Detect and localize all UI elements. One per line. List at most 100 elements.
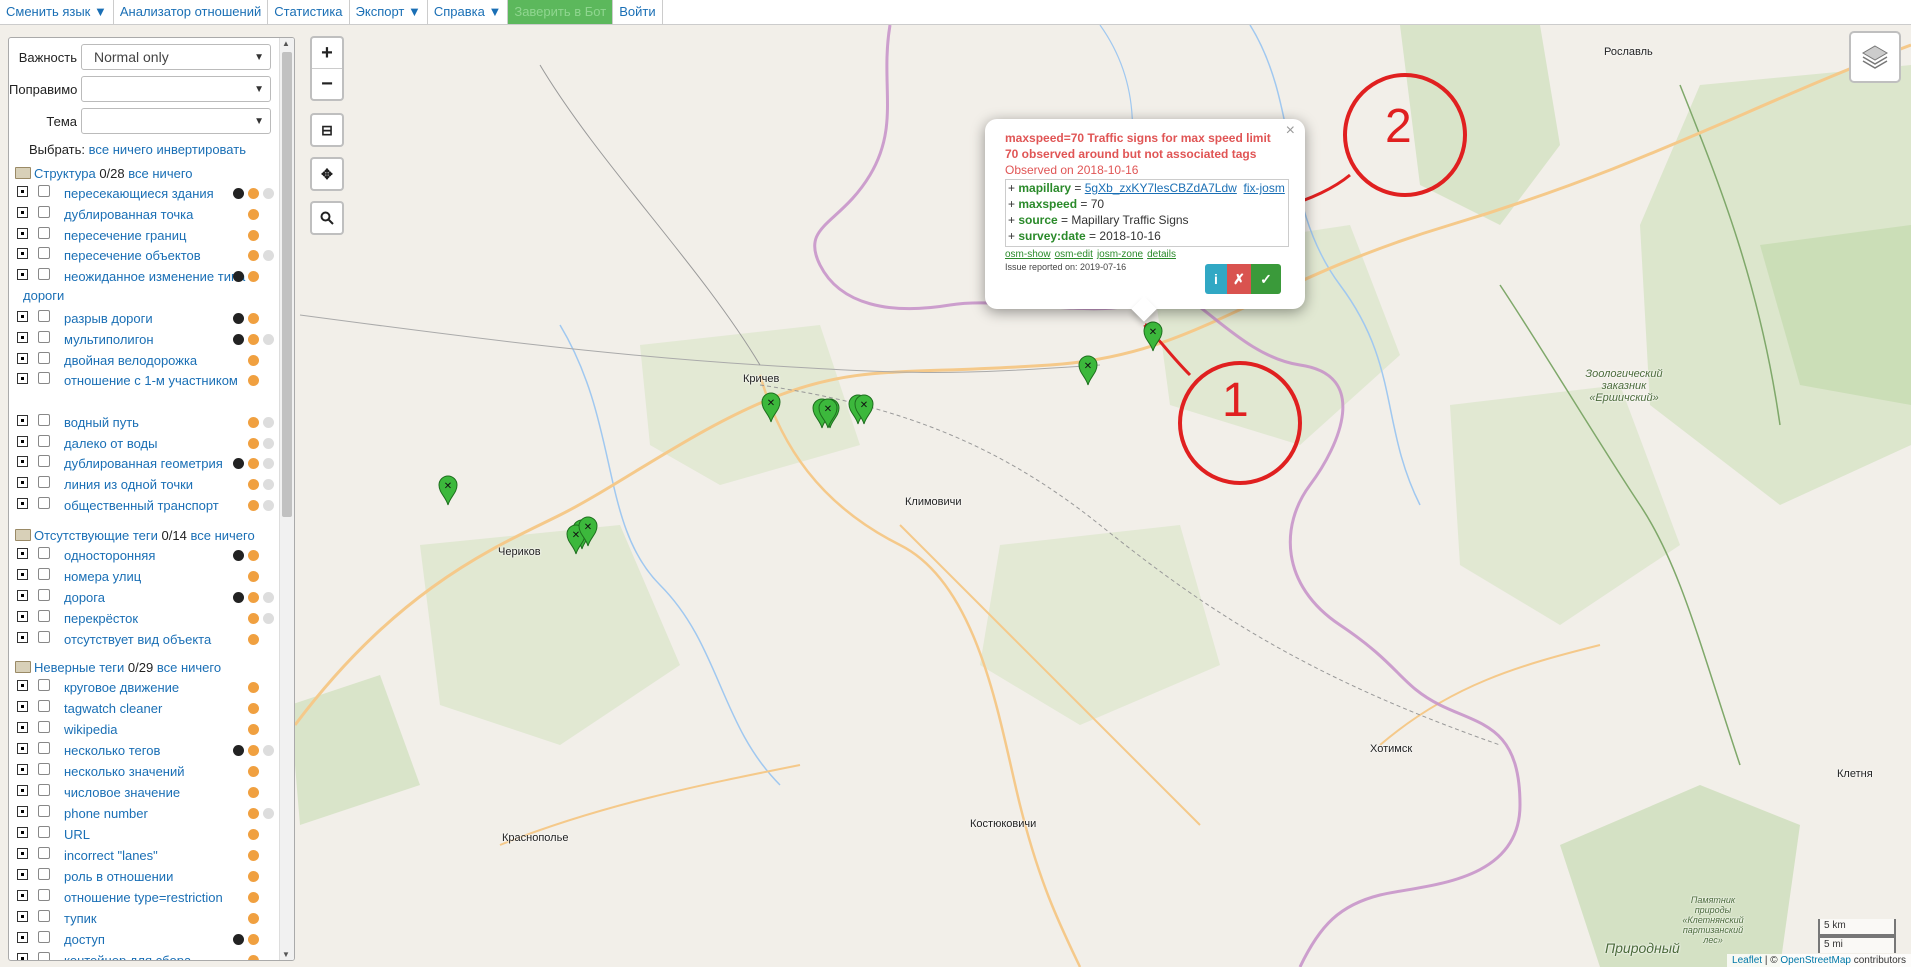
category-header[interactable]: Неверные теги 0/29 все ничего xyxy=(15,660,221,675)
zoom-in-button[interactable]: + xyxy=(312,38,342,69)
item-label[interactable]: несколько значений xyxy=(64,762,239,781)
level-dot[interactable] xyxy=(233,313,244,324)
category-all-link[interactable]: все xyxy=(128,166,149,181)
level-dot[interactable] xyxy=(248,313,259,324)
menu-language[interactable]: Сменить язык ▼ xyxy=(0,0,114,24)
level-dot[interactable] xyxy=(248,571,259,582)
level-dot[interactable] xyxy=(248,188,259,199)
osm-show-link[interactable]: osm-show xyxy=(1005,249,1051,260)
level-dot[interactable] xyxy=(263,334,274,345)
level-dot[interactable] xyxy=(248,829,259,840)
item-label[interactable]: линия из одной точки xyxy=(64,475,239,494)
layers-button[interactable] xyxy=(1849,31,1901,83)
item-label[interactable]: пересекающиеся здания xyxy=(64,184,239,203)
level-dot[interactable] xyxy=(248,355,259,366)
item-checkbox[interactable] xyxy=(38,610,50,622)
item-checkbox[interactable] xyxy=(38,476,50,488)
level-dot[interactable] xyxy=(248,438,259,449)
collapse-panel-button[interactable]: ⊟ xyxy=(312,115,342,145)
item-checkbox[interactable] xyxy=(38,805,50,817)
item-label[interactable]: водный путь xyxy=(64,413,239,432)
item-checkbox[interactable] xyxy=(38,352,50,364)
level-dot[interactable] xyxy=(248,808,259,819)
category-name[interactable]: Структура xyxy=(34,166,96,181)
level-dot[interactable] xyxy=(248,787,259,798)
item-checkbox[interactable] xyxy=(38,206,50,218)
item-checkbox[interactable] xyxy=(38,721,50,733)
item-checkbox[interactable] xyxy=(38,784,50,796)
level-dot[interactable] xyxy=(233,271,244,282)
item-label[interactable]: двойная велодорожка xyxy=(64,351,239,370)
menu-relation-analyzer[interactable]: Анализатор отношений xyxy=(114,0,269,24)
item-label[interactable]: incorrect "lanes" xyxy=(64,846,239,865)
level-dot[interactable] xyxy=(248,634,259,645)
item-checkbox[interactable] xyxy=(38,547,50,559)
item-checkbox[interactable] xyxy=(38,310,50,322)
level-dot[interactable] xyxy=(263,188,274,199)
menu-help[interactable]: Справка ▼ xyxy=(428,0,509,24)
category-name[interactable]: Неверные теги xyxy=(34,660,124,675)
issue-marker[interactable]: ✕ xyxy=(1078,355,1098,386)
item-label[interactable]: далеко от воды xyxy=(64,434,239,453)
mapillary-link[interactable]: 5gXb_zxKY7lesCBZdA7Ldw xyxy=(1085,181,1237,195)
menu-active-item[interactable]: Заверить в Бот xyxy=(508,0,614,24)
item-checkbox[interactable] xyxy=(38,952,50,960)
level-dot[interactable] xyxy=(233,745,244,756)
importance-select[interactable]: Normal only ▼ xyxy=(81,44,271,70)
item-checkbox[interactable] xyxy=(38,497,50,509)
level-dot[interactable] xyxy=(263,479,274,490)
item-label[interactable]: общественный транспорт xyxy=(64,496,239,515)
zoom-out-button[interactable]: − xyxy=(312,69,342,99)
level-dot[interactable] xyxy=(248,375,259,386)
item-label[interactable]: отношение с 1-м участником xyxy=(23,371,248,390)
level-dot[interactable] xyxy=(233,592,244,603)
item-label[interactable]: разрыв дороги xyxy=(64,309,239,328)
level-dot[interactable] xyxy=(248,613,259,624)
item-label[interactable]: роль в отношении xyxy=(64,867,239,886)
level-dot[interactable] xyxy=(248,500,259,511)
menu-export[interactable]: Экспорт ▼ xyxy=(350,0,428,24)
item-checkbox[interactable] xyxy=(38,700,50,712)
item-label[interactable]: дублированная геометрия xyxy=(64,454,239,473)
item-label[interactable]: несколько тегов xyxy=(64,741,239,760)
item-label[interactable]: односторонняя xyxy=(64,546,239,565)
level-dot[interactable] xyxy=(248,250,259,261)
item-label[interactable]: tagwatch cleaner xyxy=(64,699,239,718)
category-none-link[interactable]: ничего xyxy=(152,166,192,181)
leaflet-link[interactable]: Leaflet xyxy=(1732,955,1762,966)
item-checkbox[interactable] xyxy=(38,455,50,467)
category-all-link[interactable]: все xyxy=(190,528,211,543)
false-positive-button[interactable]: ✗ xyxy=(1227,264,1251,294)
crosshair-icon[interactable]: ✥ xyxy=(312,159,342,189)
item-label[interactable]: пересечение объектов xyxy=(64,246,239,265)
level-dot[interactable] xyxy=(248,745,259,756)
item-checkbox[interactable] xyxy=(38,331,50,343)
item-checkbox[interactable] xyxy=(38,910,50,922)
level-dot[interactable] xyxy=(248,682,259,693)
theme-select[interactable]: ▼ xyxy=(81,108,271,134)
level-dot[interactable] xyxy=(248,913,259,924)
close-icon[interactable]: × xyxy=(1286,122,1295,140)
item-label[interactable]: числовое значение xyxy=(64,783,239,802)
level-dot[interactable] xyxy=(263,745,274,756)
item-label[interactable]: контейнер для сбора xyxy=(64,951,239,960)
issue-marker[interactable]: ✕ xyxy=(438,475,458,506)
level-dot[interactable] xyxy=(248,850,259,861)
level-dot[interactable] xyxy=(263,808,274,819)
level-dot[interactable] xyxy=(233,458,244,469)
level-dot[interactable] xyxy=(248,871,259,882)
scroll-down-icon[interactable]: ▼ xyxy=(282,950,290,959)
level-dot[interactable] xyxy=(248,334,259,345)
osm-link[interactable]: OpenStreetMap xyxy=(1780,955,1851,966)
level-dot[interactable] xyxy=(248,550,259,561)
level-dot[interactable] xyxy=(263,417,274,428)
category-header[interactable]: Структура 0/28 все ничего xyxy=(15,166,193,181)
item-label[interactable]: phone number xyxy=(64,804,239,823)
level-dot[interactable] xyxy=(248,934,259,945)
item-label[interactable]: отсутствует вид объекта xyxy=(64,630,239,649)
fixable-select[interactable]: ▼ xyxy=(81,76,271,102)
osm-edit-link[interactable]: osm-edit xyxy=(1055,249,1093,260)
item-checkbox[interactable] xyxy=(38,631,50,643)
item-label[interactable]: круговое движение xyxy=(64,678,239,697)
item-checkbox[interactable] xyxy=(38,589,50,601)
